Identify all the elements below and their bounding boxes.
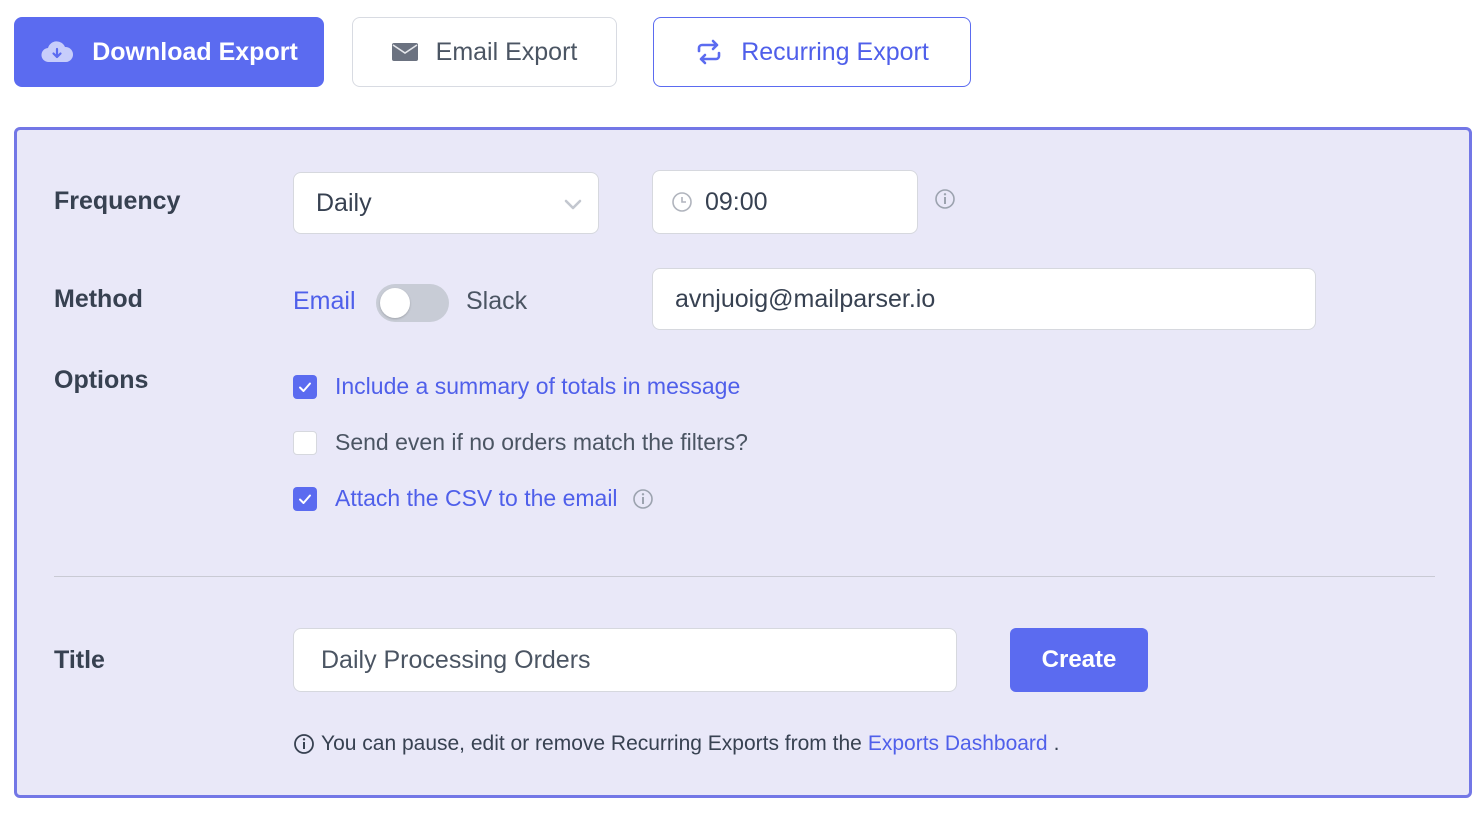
- recurring-export-panel: Frequency Daily 09:00 Method Email Slack…: [14, 127, 1472, 798]
- time-input[interactable]: 09:00: [652, 170, 918, 234]
- clock-icon: [671, 191, 693, 213]
- divider: [54, 576, 1435, 577]
- option-attach-csv[interactable]: Attach the CSV to the email: [293, 485, 654, 512]
- checkbox-unchecked[interactable]: [293, 430, 317, 455]
- info-icon[interactable]: [934, 188, 956, 215]
- frequency-select[interactable]: Daily: [293, 172, 599, 234]
- title-value: Daily Processing Orders: [321, 645, 591, 674]
- method-email-option[interactable]: Email: [293, 287, 356, 316]
- email-export-label: Email Export: [435, 37, 578, 66]
- option-send-empty[interactable]: Send even if no orders match the filters…: [293, 429, 748, 456]
- options-label: Options: [54, 366, 149, 394]
- frequency-value: Daily: [316, 188, 372, 217]
- option-send-empty-label: Send even if no orders match the filters…: [335, 429, 748, 455]
- option-summary-label: Include a summary of totals in message: [335, 373, 741, 399]
- download-export-label: Download Export: [92, 37, 298, 66]
- envelope-icon: [391, 42, 418, 62]
- method-slack-option[interactable]: Slack: [466, 287, 527, 316]
- method-label: Method: [54, 285, 143, 313]
- title-input[interactable]: Daily Processing Orders: [293, 628, 957, 692]
- time-value: 09:00: [705, 187, 768, 216]
- recipient-email-value: avnjuoig@mailparser.io: [675, 284, 936, 313]
- footer-note-end: .: [1053, 732, 1060, 755]
- method-toggle[interactable]: [376, 284, 449, 322]
- checkbox-checked[interactable]: [293, 486, 317, 511]
- toggle-knob: [380, 288, 410, 318]
- info-icon: [293, 733, 315, 755]
- info-icon[interactable]: [632, 488, 654, 510]
- option-summary[interactable]: Include a summary of totals in message: [293, 373, 740, 400]
- download-export-button[interactable]: Download Export: [14, 17, 324, 87]
- option-attach-csv-label: Attach the CSV to the email: [335, 485, 618, 511]
- create-button[interactable]: Create: [1010, 628, 1148, 692]
- footer-note-text: You can pause, edit or remove Recurring …: [321, 732, 862, 755]
- recurring-export-label: Recurring Export: [741, 37, 929, 66]
- chevron-down-icon: [562, 193, 584, 222]
- footer-note: You can pause, edit or remove Recurring …: [293, 732, 1059, 756]
- title-label: Title: [54, 646, 105, 674]
- cloud-download-icon: [40, 40, 74, 64]
- recipient-email-input[interactable]: avnjuoig@mailparser.io: [652, 268, 1316, 330]
- repeat-icon: [695, 38, 723, 66]
- exports-dashboard-link[interactable]: Exports Dashboard: [868, 732, 1048, 756]
- email-export-button[interactable]: Email Export: [352, 17, 617, 87]
- recurring-export-button[interactable]: Recurring Export: [653, 17, 971, 87]
- checkbox-checked[interactable]: [293, 374, 317, 399]
- frequency-label: Frequency: [54, 187, 181, 215]
